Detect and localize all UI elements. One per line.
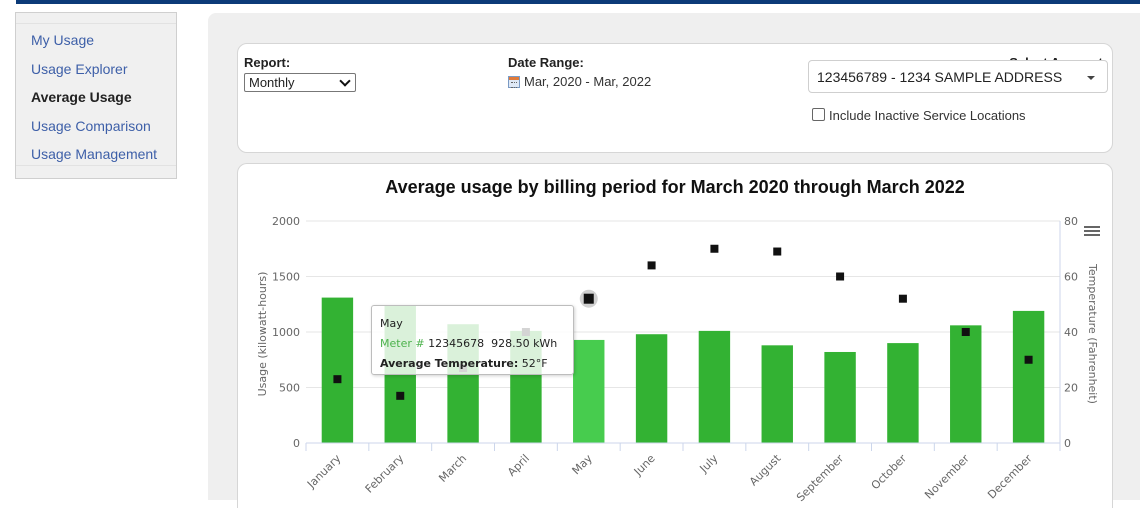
x-tick-label: February <box>363 452 407 496</box>
temperature-point <box>647 261 656 270</box>
y-axis-title: Usage (kilowatt-hours) <box>256 272 269 397</box>
temperature-point <box>961 328 970 336</box>
caret-down-icon <box>1087 76 1095 80</box>
y2-tick-label: 20 <box>1064 382 1078 395</box>
y-tick-label: 2000 <box>272 215 300 228</box>
usage-chart: 0 500 1000 1500 2000 0 20 40 60 80 January February… <box>256 215 1099 505</box>
date-range-label: Date Range: <box>508 55 584 70</box>
usage-bar <box>1012 310 1045 443</box>
chart-tooltip: May Meter # 12345678 928.50 kWh Average … <box>371 305 574 375</box>
x-tick-label: October <box>869 452 910 493</box>
usage-bar <box>635 334 668 443</box>
chart-panel: Average usage by billing period for Marc… <box>237 163 1113 508</box>
y-tick-label: 500 <box>279 382 300 395</box>
x-tick-label: November <box>922 452 972 502</box>
usage-bar <box>824 351 856 443</box>
usage-bar <box>573 339 605 443</box>
y-tick-label: 1000 <box>272 326 300 339</box>
y2-tick-label: 60 <box>1064 271 1078 284</box>
temperature-point <box>396 391 405 400</box>
sidebar-item-usage-comparison[interactable]: Usage Comparison <box>31 118 151 134</box>
tooltip-temp-row: Average Temperature: 52°F <box>380 354 565 374</box>
y2-tick-label: 80 <box>1064 215 1078 228</box>
x-tick-label: August <box>747 451 784 488</box>
usage-bar <box>698 330 731 443</box>
sidebar-item-average-usage[interactable]: Average Usage <box>31 89 132 105</box>
x-tick-label: June <box>631 452 658 479</box>
report-select-value: Monthly <box>249 75 295 90</box>
x-tick-label: April <box>505 452 532 479</box>
report-select[interactable]: Monthly <box>244 73 356 92</box>
account-select-value: 123456789 - 1234 SAMPLE ADDRESS <box>817 69 1063 85</box>
include-inactive-label[interactable]: Include Inactive Service Locations <box>829 108 1026 123</box>
tooltip-meter-row: Meter # 12345678 928.50 kWh <box>380 334 565 354</box>
temperature-point <box>773 247 782 256</box>
y2-tick-label: 40 <box>1064 326 1078 339</box>
y-tick-label: 0 <box>293 437 300 450</box>
temperature-point <box>898 294 907 303</box>
sidebar-item-usage-explorer[interactable]: Usage Explorer <box>31 61 128 77</box>
tooltip-temp-label: Average Temperature: <box>380 357 519 370</box>
sidebar-nav: My Usage Usage Explorer Average Usage Us… <box>15 12 177 179</box>
temperature-point <box>1024 355 1033 364</box>
report-label: Report: <box>244 55 291 70</box>
x-tick-label: March <box>436 452 469 485</box>
usage-bar <box>887 343 919 443</box>
tooltip-meter-number: 12345678 <box>428 337 485 350</box>
temperature-point <box>710 244 719 253</box>
y2-tick-label: 0 <box>1064 437 1071 450</box>
sidebar-item-my-usage[interactable]: My Usage <box>31 32 94 48</box>
x-tick-label: December <box>985 452 1035 502</box>
usage-bar <box>761 345 793 443</box>
sidebar-item-usage-management[interactable]: Usage Management <box>31 146 157 162</box>
temperature-point <box>583 293 594 304</box>
y2-axis-title: Temperature (Fahrenheit) <box>1086 263 1099 404</box>
main-content: Report: Monthly Date Range: Mar, 2020 - … <box>208 13 1140 508</box>
x-tick-label: January <box>304 452 344 492</box>
tooltip-temp-value: 52°F <box>521 357 548 370</box>
y-tick-label: 1500 <box>272 271 300 284</box>
include-inactive-row: Include Inactive Service Locations <box>812 108 1026 123</box>
tooltip-usage: 928.50 kWh <box>491 337 558 350</box>
x-tick-label: May <box>570 452 596 478</box>
header-bar <box>16 0 1140 4</box>
temperature-point <box>836 272 845 281</box>
usage-bar <box>950 325 982 443</box>
usage-bar <box>321 297 354 443</box>
filter-panel: Report: Monthly Date Range: Mar, 2020 - … <box>237 43 1113 153</box>
include-inactive-checkbox[interactable] <box>812 108 825 121</box>
tooltip-month: May <box>380 317 403 330</box>
chevron-down-icon <box>339 75 351 87</box>
account-select[interactable]: 123456789 - 1234 SAMPLE ADDRESS <box>808 60 1108 93</box>
date-range-value[interactable]: Mar, 2020 - Mar, 2022 <box>524 74 651 89</box>
calendar-icon[interactable] <box>508 76 520 88</box>
tooltip-meter-label: Meter # <box>380 337 425 350</box>
sidebar-list: My Usage Usage Explorer Average Usage Us… <box>16 23 176 166</box>
x-tick-label: September <box>794 452 847 505</box>
temperature-point <box>333 375 342 384</box>
x-tick-label: July <box>697 452 721 476</box>
